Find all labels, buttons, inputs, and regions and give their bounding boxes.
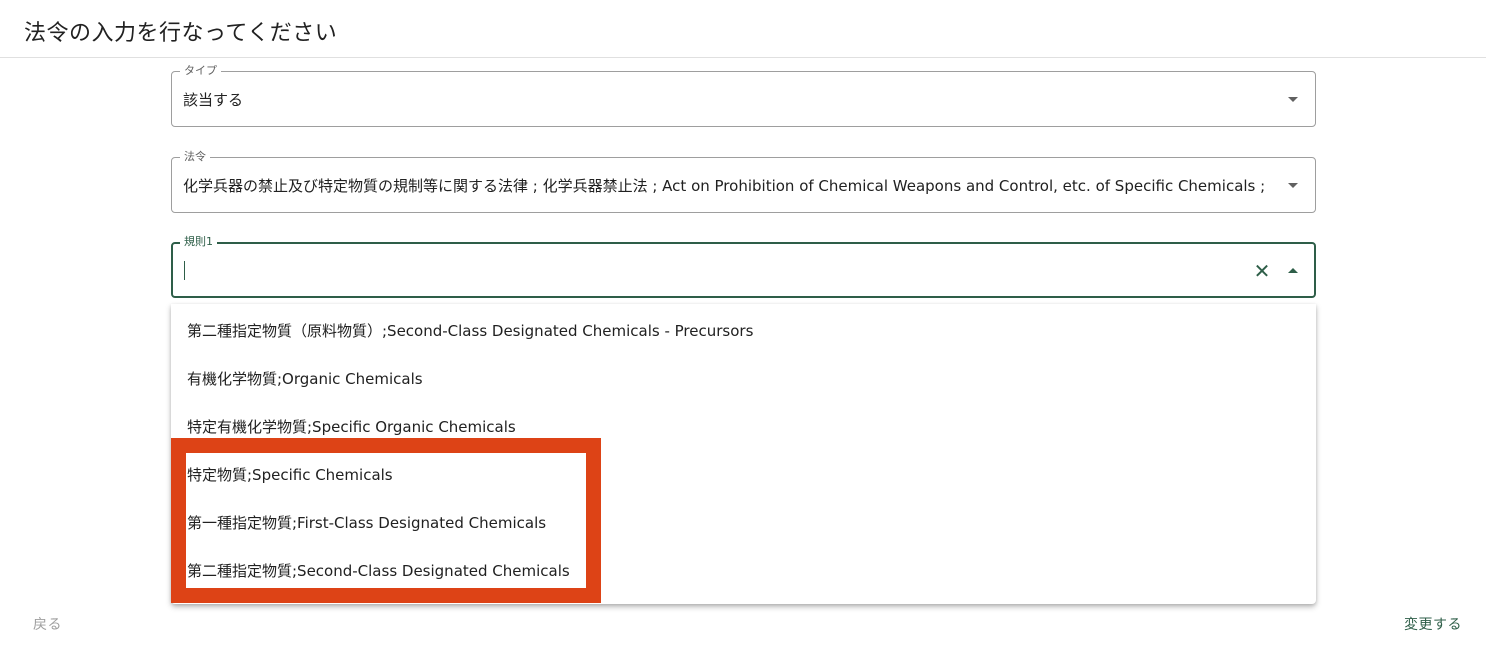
chevron-down-icon[interactable] (1288, 183, 1298, 188)
rule1-autocomplete[interactable]: 規則1 ✕ (171, 235, 1316, 298)
rule1-dropdown-list: 第二種指定物質（原料物質）;Second-Class Designated Ch… (171, 304, 1316, 604)
dialog-header: 法令の入力を行なってください (0, 0, 1486, 58)
list-item[interactable]: 第二種指定物質;Second-Class Designated Chemical… (187, 547, 1287, 595)
list-item[interactable]: 特定物質;Specific Chemicals (187, 451, 1287, 499)
close-icon[interactable]: ✕ (1252, 261, 1272, 281)
chevron-up-icon[interactable] (1288, 268, 1298, 273)
law-value: 化学兵器の禁止及び特定物質の規制等に関する法律 ; 化学兵器禁止法 ; Act … (183, 177, 1268, 195)
type-select[interactable]: タイプ 該当する (171, 64, 1316, 127)
type-label: タイプ (180, 64, 221, 78)
list-item[interactable]: 有機化学物質;Organic Chemicals (187, 355, 1287, 403)
law-select[interactable]: 法令 化学兵器の禁止及び特定物質の規制等に関する法律 ; 化学兵器禁止法 ; A… (171, 150, 1316, 213)
law-label: 法令 (180, 150, 210, 164)
page-title: 法令の入力を行なってください (24, 21, 338, 46)
change-button[interactable]: 変更する (1404, 614, 1462, 634)
dialog: 法令の入力を行なってください タイプ 該当する 法令 化学兵器の禁止及び特定物質… (0, 0, 1486, 647)
type-value: 該当する (183, 91, 244, 109)
rule1-input[interactable] (183, 258, 1223, 282)
list-item[interactable]: 第二種指定物質（原料物質）;Second-Class Designated Ch… (187, 307, 1287, 355)
back-button[interactable]: 戻る (33, 614, 62, 634)
chevron-down-icon[interactable] (1288, 97, 1298, 102)
text-caret (184, 261, 185, 280)
list-item[interactable]: 特定有機化学物質;Specific Organic Chemicals (187, 403, 1287, 451)
rule1-label: 規則1 (180, 235, 217, 249)
list-item[interactable]: 第一種指定物質;First-Class Designated Chemicals (187, 499, 1287, 547)
